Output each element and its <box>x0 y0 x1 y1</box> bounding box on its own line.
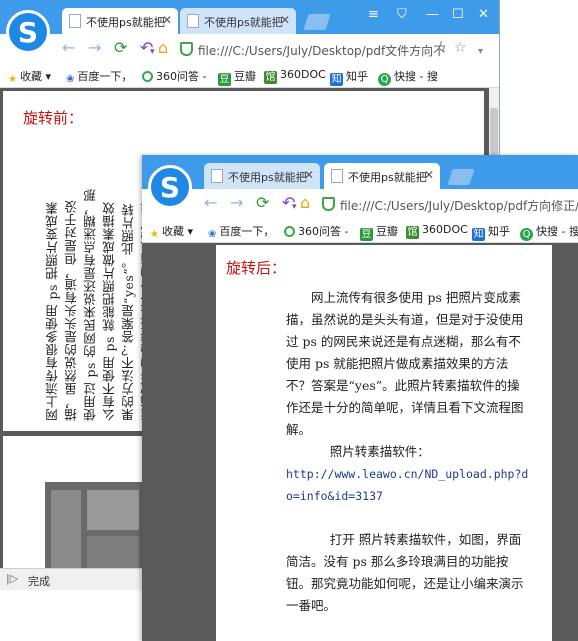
front-tab-2[interactable]: 不使用ps就能把 ✕ <box>324 163 440 189</box>
bookmark-360doc[interactable]: 馆 360DOC <box>406 223 468 239</box>
page-icon <box>331 169 343 183</box>
back-tab-1-title: 不使用ps就能把 <box>86 16 165 29</box>
close-window-icon[interactable]: ✕ <box>478 7 489 22</box>
front-browser-window: 不使用ps就能把 ✕ 不使用ps就能把 ✕ ← → ⟳ ↶ ▾ ⌂ file:/… <box>142 155 578 641</box>
forward-arrow-icon[interactable]: → <box>230 195 243 211</box>
bookmark-douban[interactable]: 豆豆瓣 <box>218 68 256 86</box>
bookmark-360doc[interactable]: 馆 360DOC <box>264 68 326 84</box>
bookmark-favorites[interactable]: ★ 收藏 ▾ <box>150 223 193 241</box>
back-tab-2-title: 不使用ps就能把 <box>204 16 283 29</box>
zhihu-icon: 知 <box>472 228 485 241</box>
paw-icon: ❀ <box>66 74 75 85</box>
ring-icon <box>284 226 295 237</box>
address-text: file:///C:/Users/July/Desktop/pdf方向修正/不 <box>340 199 578 213</box>
rotated-line-5: 果的方法不？答案是“yes”。此照片转 <box>121 202 136 421</box>
address-bar[interactable]: file:///C:/Users/July/Desktop/pdf方向修正/不 <box>320 194 578 214</box>
shield-icon <box>180 42 193 56</box>
bookmark-zhihu[interactable]: 知知乎 <box>330 68 368 86</box>
zhihu-icon: 知 <box>330 73 343 86</box>
close-tab-icon[interactable]: ✕ <box>162 13 172 27</box>
bookmark-douban[interactable]: 豆豆瓣 <box>360 223 398 241</box>
new-tab-button[interactable] <box>303 14 331 30</box>
rotated-line-3: 使用过 ps 的网民来说还是有点迷糊，那 <box>83 188 98 421</box>
sidebar-toggle-icon[interactable]: |▷ <box>6 572 18 585</box>
home-icon[interactable]: ⌂ <box>300 195 310 211</box>
software-link[interactable]: http://www.leawo.cn/ND_upload.php?do=inf… <box>286 463 532 507</box>
refresh-icon[interactable]: ⟳ <box>114 40 127 56</box>
ring-icon <box>142 71 153 82</box>
front-tab-2-title: 不使用ps就能把 <box>348 171 427 184</box>
chevron-down-icon[interactable]: ▾ <box>292 199 297 215</box>
page-icon <box>211 169 223 183</box>
lightning-icon[interactable]: ϟ <box>438 40 447 56</box>
bookmark-favorites[interactable]: ★ 收藏 ▾ <box>8 68 51 86</box>
rotated-line-4: 么有不使用 ps 就能把照片做成素描效 <box>102 201 117 421</box>
screenshot-thumbnail <box>45 482 145 582</box>
front-bookmarks-bar: ★ 收藏 ▾ ❀ 百度一下， 360问答 - 豆豆瓣 馆 360DOC 知知乎 Q 快搜… <box>142 219 578 243</box>
chevron-down-icon[interactable]: ▾ <box>478 44 483 60</box>
shield-icon <box>322 197 335 211</box>
paw-icon: ❀ <box>208 229 217 240</box>
sogou-browser-logo <box>148 165 192 209</box>
bookmark-zhihu[interactable]: 知知乎 <box>472 223 510 241</box>
back-nav-bar: ← → ⟳ ↶ ▾ ⌂ file:///C:/Users/July/Deskto… <box>0 34 499 64</box>
chevron-down-icon[interactable]: ▾ <box>150 44 155 60</box>
home-icon[interactable]: ⌂ <box>158 40 168 56</box>
bookmark-360wenda[interactable]: 360问答 - <box>142 68 206 84</box>
address-bar[interactable]: file:///C:/Users/July/Desktop/pdf文件方向不 <box>178 39 448 59</box>
bookmark-baidu[interactable]: ❀ 百度一下， <box>208 223 274 241</box>
close-tab-icon[interactable]: ✕ <box>424 168 434 182</box>
status-text: 完成 <box>28 575 50 588</box>
maximize-icon[interactable]: ☐ <box>452 7 464 22</box>
back-tab-1[interactable]: 不使用ps就能把 ✕ <box>62 8 178 34</box>
doc-icon: 馆 <box>406 226 419 239</box>
paragraph-software-label: 照片转素描软件： <box>329 444 430 459</box>
rotated-line-1: 网上流传有很多使用 ps 把照片变成素 <box>45 201 60 421</box>
rotated-line-2: 描，虽然说的是头头有道，但是对于没 <box>64 200 79 421</box>
front-tab-1[interactable]: 不使用ps就能把 ✕ <box>204 163 320 189</box>
bookmark-kuaisou[interactable]: Q 快搜 - 搜 <box>378 68 438 86</box>
back-bookmarks-bar: ★ 收藏 ▾ ❀ 百度一下， 360问答 - 豆豆瓣 馆 360DOC 知知乎 Q 快搜… <box>0 64 499 88</box>
doc-icon: 馆 <box>264 71 277 84</box>
search-icon: Q <box>378 73 391 86</box>
paragraph-open-software: 打开 照片转素描软件，如图，界面简洁。没有 ps 那么多玲琅满目的功能按钮。那究… <box>286 532 524 613</box>
search-icon: Q <box>520 228 533 241</box>
address-text: file:///C:/Users/July/Desktop/pdf文件方向不 <box>198 44 446 58</box>
front-pdf-page: 旋转后： 网上流传有很多使用 ps 把照片变成素描，虽然说的是头头有道，但是对于… <box>216 245 552 641</box>
bookmark-kuaisou[interactable]: Q 快搜 - 搜 <box>520 223 578 241</box>
back-title-bar: 不使用ps就能把 ✕ 不使用ps就能把 ✕ ≡ ⛉ — ☐ ✕ <box>0 0 499 34</box>
front-nav-bar: ← → ⟳ ↶ ▾ ⌂ file:///C:/Users/July/Deskto… <box>142 189 578 219</box>
new-tab-button[interactable] <box>447 169 475 185</box>
back-tab-2[interactable]: 不使用ps就能把 ✕ <box>180 8 296 34</box>
bookmark-baidu[interactable]: ❀ 百度一下， <box>66 68 132 86</box>
refresh-icon[interactable]: ⟳ <box>256 195 269 211</box>
after-caption: 旋转后： <box>226 259 287 277</box>
before-caption: 旋转前： <box>23 109 84 127</box>
front-tab-1-title: 不使用ps就能把 <box>228 171 307 184</box>
skin-icon[interactable]: ⛉ <box>397 7 407 22</box>
page-icon <box>69 14 81 28</box>
star-icon: ★ <box>150 229 159 240</box>
back-arrow-icon[interactable]: ← <box>204 195 217 211</box>
front-pdf-viewer: 旋转后： 网上流传有很多使用 ps 把照片变成素描，虽然说的是头头有道，但是对于… <box>142 243 578 641</box>
star-icon: ★ <box>8 74 17 85</box>
front-title-bar: 不使用ps就能把 ✕ 不使用ps就能把 ✕ <box>142 155 578 189</box>
douban-icon: 豆 <box>218 73 231 86</box>
minimize-icon[interactable]: — <box>426 7 439 22</box>
rotated-text-block: 网上流传有很多使用 ps 把照片变成素 描，虽然说的是头头有道，但是对于没 使用… <box>43 141 157 421</box>
star-icon[interactable]: ☆ <box>454 40 467 56</box>
menu-icon[interactable]: ≡ <box>368 7 379 22</box>
back-arrow-icon[interactable]: ← <box>62 40 75 56</box>
bookmark-360wenda[interactable]: 360问答 - <box>284 223 348 239</box>
paragraph-intro: 网上流传有很多使用 ps 把照片变成素描，虽然说的是头头有道，但是对于没使用过 … <box>286 290 524 437</box>
close-tab-icon[interactable]: ✕ <box>304 168 314 182</box>
close-tab-icon[interactable]: ✕ <box>280 13 290 27</box>
sogou-browser-logo <box>6 10 50 54</box>
douban-icon: 豆 <box>360 228 373 241</box>
forward-arrow-icon[interactable]: → <box>88 40 101 56</box>
page-icon <box>187 14 199 28</box>
